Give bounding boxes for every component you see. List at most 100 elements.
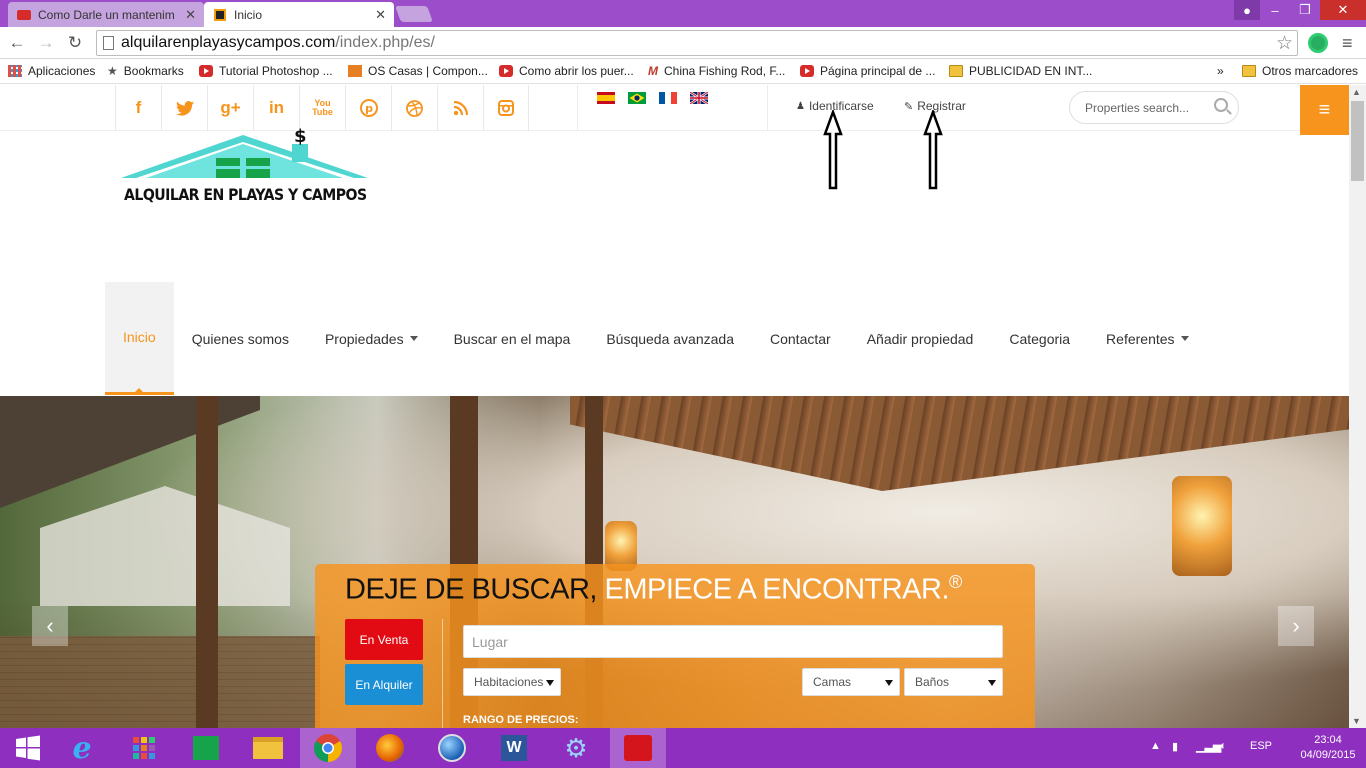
nav-categoria[interactable]: Categoria [991, 282, 1088, 395]
tab-youtube[interactable]: Como Darle un mantenim ✕ [8, 2, 204, 27]
spanish-flag-icon[interactable] [597, 92, 615, 104]
close-tab-icon[interactable]: ✕ [185, 7, 196, 23]
youtube-icon [499, 65, 513, 77]
battery-icon[interactable]: ▮ [1172, 740, 1178, 753]
bookmarks-overflow[interactable]: » [1217, 63, 1224, 79]
close-window-icon[interactable]: ✕ [1320, 0, 1366, 20]
slider-next-icon[interactable]: › [1278, 606, 1314, 646]
new-tab-button[interactable] [395, 6, 433, 22]
nav-propiedades[interactable]: Propiedades [307, 282, 436, 395]
annotation-arrow-icon [823, 110, 843, 190]
hero-search-panel: DEJE DE BUSCAR, EMPIECE A ENCONTRAR.® En… [315, 564, 1035, 728]
youtube-icon [199, 65, 213, 77]
bookmark-tutorial-photoshop[interactable]: Tutorial Photoshop ... [199, 63, 333, 79]
bookmark-os-casas[interactable]: OS Casas | Compon... [348, 63, 488, 79]
nav-label: Propiedades [324, 330, 404, 347]
bookmark-label: Otros marcadores [1262, 64, 1359, 78]
forward-icon[interactable]: → [35, 33, 57, 53]
site-logo[interactable]: $ ALQUILAR EN PLAYAS Y CAMPOS [118, 126, 373, 210]
pinterest-icon[interactable]: p [345, 85, 391, 131]
word-icon[interactable]: W [486, 728, 542, 768]
place-input[interactable]: Lugar [463, 625, 1003, 658]
system-clock[interactable]: 23:04 04/09/2015 [1298, 733, 1358, 763]
uk-flag-icon[interactable] [690, 92, 708, 104]
reload-icon[interactable]: ↻ [64, 33, 86, 53]
tray-overflow-icon[interactable]: ▲ [1150, 740, 1161, 752]
facebook-icon[interactable]: f [115, 85, 161, 131]
nav-buscar-mapa[interactable]: Buscar en el mapa [436, 282, 589, 395]
windows-taskbar: e W ⚙ ▲ ▮ ▁▃▅ 🔈︎ ESP 23:04 04/09/2015 [0, 728, 1366, 768]
tab-inicio[interactable]: Inicio ✕ [204, 2, 394, 27]
bookmark-star-icon[interactable]: ☆ [1276, 32, 1293, 55]
firefox-icon[interactable] [362, 728, 418, 768]
svg-text:p: p [365, 102, 373, 115]
file-explorer-icon[interactable] [240, 728, 296, 768]
logo-text: ALQUILAR EN PLAYAS Y CAMPOS [124, 185, 367, 204]
browser-toolbar: ← → ↻ alquilarenplayasycampos.com/index.… [0, 27, 1366, 59]
dribbble-icon[interactable] [391, 85, 437, 131]
nav-inicio[interactable]: Inicio [105, 282, 174, 395]
back-icon[interactable]: ← [6, 33, 28, 53]
baths-select[interactable]: Baños [904, 668, 1003, 696]
google-plus-icon[interactable]: g+ [207, 85, 253, 131]
for-sale-button[interactable]: En Venta [345, 619, 423, 660]
menu-toggle-icon[interactable]: ≡ [1300, 85, 1349, 135]
volume-icon[interactable]: 🔈︎ [1220, 740, 1227, 753]
nav-anadir-propiedad[interactable]: Añadir propiedad [849, 282, 992, 395]
windows-store-icon[interactable] [178, 728, 234, 768]
nav-referentes[interactable]: Referentes [1088, 282, 1206, 395]
maximize-icon[interactable]: ❐ [1290, 0, 1320, 20]
registered-mark: ® [949, 572, 962, 592]
properties-search-input[interactable]: Properties search... [1069, 91, 1239, 124]
extension-icon[interactable] [1308, 33, 1328, 53]
nav-quienes-somos[interactable]: Quienes somos [174, 282, 307, 395]
bookmark-pagina-principal[interactable]: Página principal de ... [800, 63, 935, 79]
scroll-up-icon[interactable]: ▲ [1352, 87, 1361, 97]
minimize-icon[interactable]: – [1260, 0, 1290, 20]
rooms-select[interactable]: Habitaciones [463, 668, 561, 696]
bookmark-apps[interactable]: Aplicaciones [8, 63, 95, 79]
linkedin-icon[interactable]: in [253, 85, 299, 131]
settings-gear-icon[interactable]: ⚙ [548, 728, 604, 768]
close-tab-icon[interactable]: ✕ [375, 7, 386, 23]
apps-grid-icon[interactable] [116, 728, 172, 768]
nav-busqueda-avanzada[interactable]: Búsqueda avanzada [588, 282, 752, 395]
scroll-down-icon[interactable]: ▼ [1352, 716, 1361, 726]
twitter-icon[interactable] [161, 85, 207, 131]
internet-explorer-icon[interactable]: e [54, 728, 110, 768]
google-earth-icon[interactable] [424, 728, 480, 768]
network-signal-icon[interactable]: ▁▃▅ [1196, 740, 1221, 753]
beds-select[interactable]: Camas [802, 668, 900, 696]
brazil-flag-icon[interactable] [628, 92, 646, 104]
chrome-menu-icon[interactable]: ≡ [1342, 33, 1353, 54]
clock-time: 23:04 [1314, 734, 1342, 746]
user-icon[interactable]: ● [1234, 0, 1260, 20]
adobe-creative-cloud-icon[interactable] [610, 728, 666, 768]
windows-start-icon[interactable] [0, 728, 56, 768]
youtube-icon[interactable]: You Tube [299, 85, 345, 131]
nav-label: Añadir propiedad [866, 330, 974, 347]
bookmark-other[interactable]: Otros marcadores [1242, 63, 1358, 79]
slider-prev-icon[interactable]: ‹ [32, 606, 68, 646]
chevron-down-icon [546, 680, 554, 686]
bookmark-como-abrir[interactable]: Como abrir los puer... [499, 63, 634, 79]
instagram-icon[interactable] [483, 85, 529, 131]
bookmark-publicidad[interactable]: PUBLICIDAD EN INT... [949, 63, 1092, 79]
chrome-taskbar-icon[interactable] [300, 728, 356, 768]
address-bar[interactable]: alquilarenplayasycampos.com/index.php/es… [96, 30, 1298, 56]
language-indicator[interactable]: ESP [1250, 740, 1272, 752]
nav-contactar[interactable]: Contactar [752, 282, 849, 395]
bookmark-bookmarks[interactable]: ★ Bookmarks [107, 63, 184, 79]
search-icon[interactable] [1214, 98, 1228, 112]
for-rent-button[interactable]: En Alquiler [345, 664, 423, 705]
bookmark-china-fishing[interactable]: M China Fishing Rod, F... [648, 63, 785, 79]
france-flag-icon[interactable] [659, 92, 677, 104]
youtube-icon [16, 7, 32, 23]
page-scrollbar[interactable]: ▲ ▼ [1349, 85, 1366, 728]
folder-icon [949, 65, 963, 77]
page-viewport: f g+ in You Tube p ♟ Identificarse ✎ Reg… [0, 85, 1349, 728]
rss-icon[interactable] [437, 85, 483, 131]
apps-grid-icon [8, 65, 22, 77]
scrollbar-thumb[interactable] [1351, 101, 1364, 181]
star-icon: ★ [107, 64, 118, 78]
